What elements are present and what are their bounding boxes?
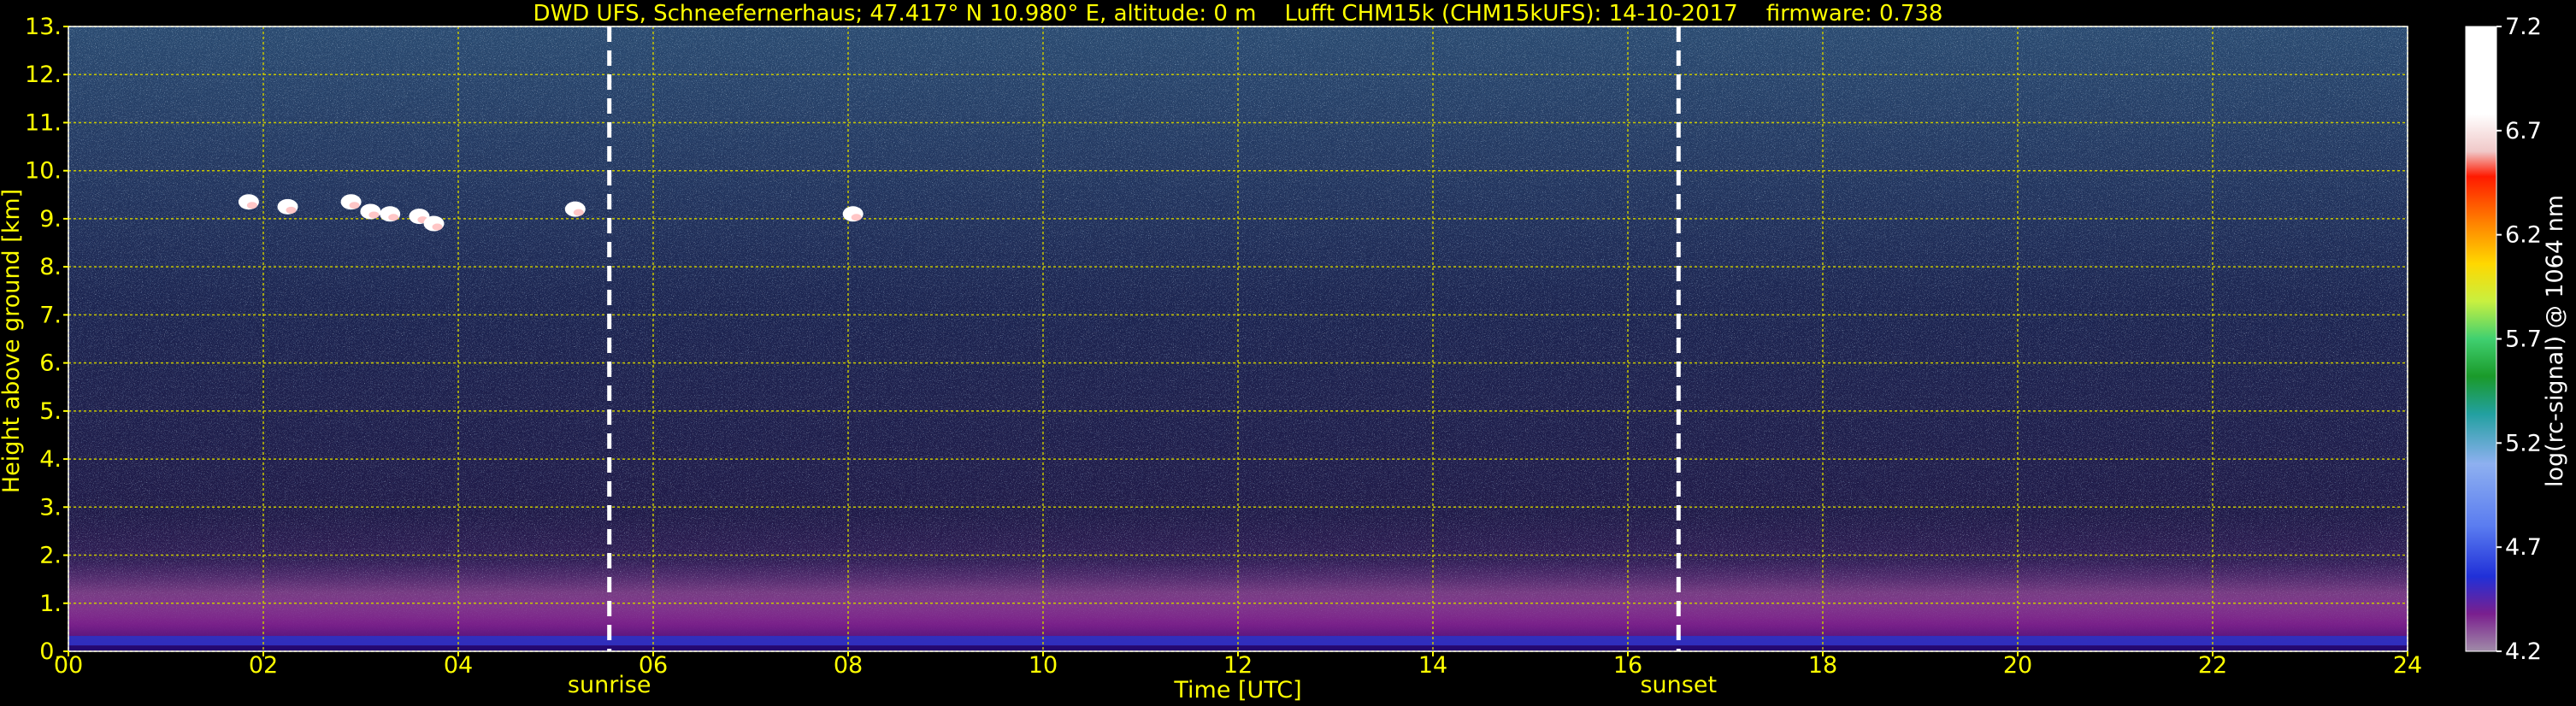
y-tick-label: 2.	[39, 543, 62, 569]
ceilometer-chart: DWD UFS, Schneefernerhaus; 47.417° N 10.…	[0, 0, 2576, 706]
y-tick-label: 6.	[39, 350, 62, 377]
colorbar-tick-label: 7.2	[2505, 14, 2542, 40]
x-axis-label: Time [UTC]	[1173, 677, 1301, 703]
colorbar-tick-label: 4.7	[2505, 534, 2542, 561]
x-tick-label: 12	[1223, 652, 1253, 679]
x-tick-label: 24	[2393, 652, 2422, 679]
colorbar-tick-label: 6.7	[2505, 118, 2542, 144]
y-tick-label: 12.	[25, 62, 62, 88]
cloud-patch-core	[573, 209, 584, 216]
colorbar-tick-label: 6.2	[2505, 222, 2542, 249]
x-tick-label: 22	[2198, 652, 2227, 679]
colorbar-gradient	[2466, 26, 2496, 651]
cloud-patch-core	[349, 202, 360, 209]
chart-canvas: DWD UFS, Schneefernerhaus; 47.417° N 10.…	[0, 1, 2568, 703]
x-tick-label: 10	[1029, 652, 1058, 679]
x-tick-label: 20	[2003, 652, 2032, 679]
y-tick-label: 3.	[39, 494, 62, 521]
x-tick-label: 14	[1418, 652, 1447, 679]
y-tick-label: 10.	[25, 158, 62, 185]
x-tick-label: 16	[1613, 652, 1642, 679]
y-tick-label: 8.	[39, 254, 62, 280]
y-tick-label: 9.	[39, 206, 62, 232]
colorbar: 4.2 4.7 5.2 5.7 6.2 6.7 7.2	[2465, 14, 2542, 665]
colorbar-tick-label: 4.2	[2505, 638, 2542, 665]
x-tick-label: 18	[1808, 652, 1837, 679]
x-tick-label: 08	[834, 652, 863, 679]
cloud-patch-core	[851, 214, 862, 221]
x-tick-label: 04	[444, 652, 473, 679]
cloud-patch-core	[432, 223, 443, 231]
colorbar-label: log(rc-signal) @ 1064 nm	[2542, 195, 2568, 487]
y-tick-label: 13.	[25, 14, 62, 40]
y-tick-label: 0.	[39, 638, 62, 665]
cloud-patch-core	[368, 211, 380, 219]
event-label-sunset: sunset	[1640, 672, 1717, 698]
cloud-patch-core	[246, 202, 257, 209]
chart-title: DWD UFS, Schneefernerhaus; 47.417° N 10.…	[533, 1, 1943, 26]
y-axis-label: Height above ground [km]	[0, 189, 25, 493]
colorbar-tick-label: 5.2	[2505, 430, 2542, 456]
y-tick-label: 1.	[39, 591, 62, 617]
y-tick-label: 7.	[39, 302, 62, 328]
cloud-patch-core	[286, 206, 297, 214]
colorbar-tick-label: 5.7	[2505, 327, 2542, 353]
y-tick-label: 11.	[25, 109, 62, 136]
y-tick-label: 5.	[39, 398, 62, 425]
x-tick-label: 06	[639, 652, 668, 679]
x-tick-label: 02	[249, 652, 278, 679]
cloud-patch-core	[388, 214, 399, 221]
y-tick-label: 4.	[39, 446, 62, 473]
